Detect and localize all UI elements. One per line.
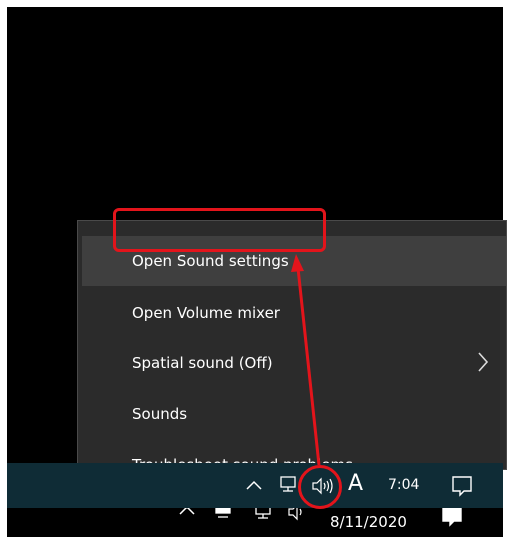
taskbar-tray: A 7:04 xyxy=(7,463,503,508)
menu-item-label: Sounds xyxy=(132,405,188,423)
input-indicator[interactable]: A xyxy=(348,471,363,496)
action-center-icon[interactable] xyxy=(451,475,473,497)
chevron-up-icon[interactable] xyxy=(178,508,196,516)
menu-item-label: Open Volume mixer xyxy=(132,304,280,322)
menu-item-label: Spatial sound (Off) xyxy=(132,354,273,372)
taskbar-secondary: 8/11/2020 xyxy=(7,508,503,537)
action-center-icon[interactable] xyxy=(441,508,463,527)
clock-time[interactable]: 7:04 xyxy=(388,477,419,493)
clock-date[interactable]: 8/11/2020 xyxy=(330,513,407,531)
speaker-volume-icon[interactable] xyxy=(287,508,311,521)
sound-context-menu: Open Sound settings Open Volume mixer Sp… xyxy=(77,220,507,474)
chevron-right-icon xyxy=(476,350,490,374)
network-icon[interactable] xyxy=(212,508,234,521)
menu-item-spatial-sound[interactable]: Spatial sound (Off) xyxy=(82,338,506,388)
menu-item-label: Open Sound settings xyxy=(132,252,289,270)
menu-item-open-volume-mixer[interactable]: Open Volume mixer xyxy=(82,288,506,338)
network-icon[interactable] xyxy=(252,508,274,522)
annotation-highlight-circle xyxy=(298,465,342,509)
menu-item-sounds[interactable]: Sounds xyxy=(82,389,506,439)
network-icon[interactable] xyxy=(277,475,299,495)
chevron-up-icon[interactable] xyxy=(245,479,263,491)
annotation-highlight-box xyxy=(113,208,326,252)
